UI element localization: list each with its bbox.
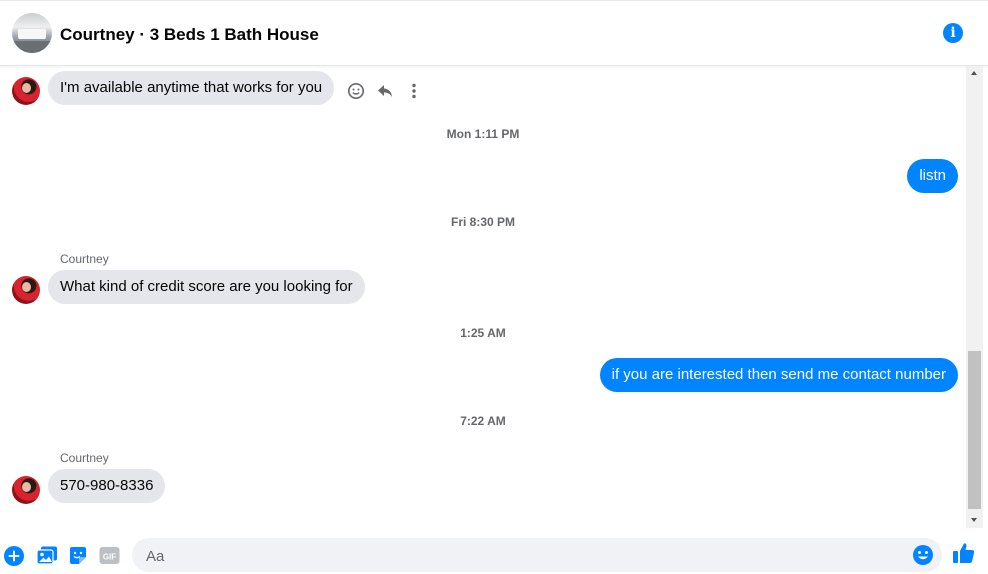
- timestamp: 7:22 AM: [460, 414, 506, 428]
- conversation-header: Courtney · 3 Beds 1 Bath House i: [0, 1, 988, 66]
- gif-label: GIF: [103, 553, 116, 562]
- message-list: I'm available anytime that works for you…: [0, 66, 966, 528]
- sticker-icon[interactable]: [68, 546, 90, 568]
- message-actions: [346, 81, 424, 101]
- sender-avatar[interactable]: [12, 276, 40, 304]
- info-icon[interactable]: i: [943, 23, 963, 43]
- incoming-message-bubble[interactable]: What kind of credit score are you lookin…: [48, 270, 365, 304]
- incoming-message-bubble[interactable]: 570-980-8336: [48, 469, 166, 503]
- sender-avatar[interactable]: [12, 476, 40, 504]
- photo-icon[interactable]: [36, 546, 58, 568]
- thumbs-up-icon[interactable]: [952, 541, 976, 565]
- emoji-icon[interactable]: [912, 544, 934, 566]
- scroll-down-arrow-icon[interactable]: [966, 511, 983, 528]
- incoming-message-bubble[interactable]: I'm available anytime that works for you: [48, 71, 335, 105]
- sender-avatar[interactable]: [12, 77, 40, 105]
- outgoing-message-bubble[interactable]: listn: [907, 159, 958, 193]
- vertical-scrollbar[interactable]: [966, 66, 983, 528]
- message-composer: GIF: [0, 528, 988, 574]
- outgoing-message-bubble[interactable]: if you are interested then send me conta…: [599, 358, 958, 392]
- scrollbar-thumb[interactable]: [968, 351, 981, 509]
- conversation-title[interactable]: Courtney · 3 Beds 1 Bath House: [60, 25, 319, 45]
- more-options-icon[interactable]: [404, 81, 424, 101]
- smiley-react-icon[interactable]: [346, 81, 366, 101]
- conversation-avatar[interactable]: [12, 13, 52, 53]
- timestamp: Mon 1:11 PM: [446, 127, 520, 141]
- sender-name: Courtney: [60, 252, 109, 266]
- sender-name: Courtney: [60, 451, 109, 465]
- timestamp: 1:25 AM: [460, 326, 506, 340]
- gif-icon[interactable]: GIF: [99, 546, 121, 568]
- scroll-up-arrow-icon[interactable]: [966, 66, 983, 83]
- message-input-container[interactable]: [132, 538, 942, 574]
- reply-icon[interactable]: [375, 81, 395, 101]
- plus-icon[interactable]: [4, 546, 26, 568]
- timestamp: Fri 8:30 PM: [450, 215, 516, 229]
